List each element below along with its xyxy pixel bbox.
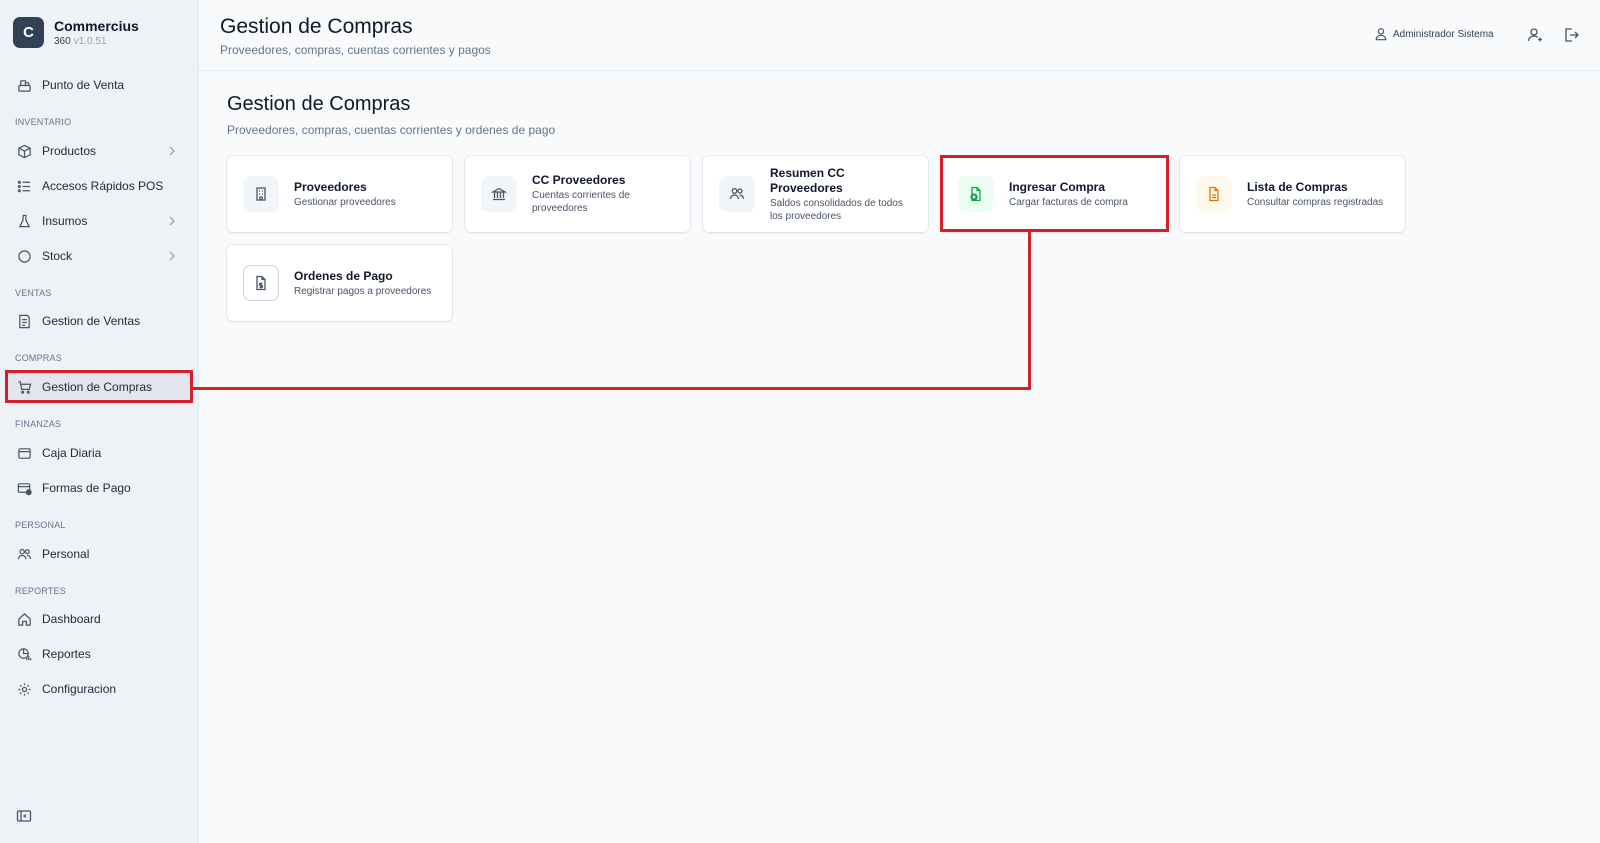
card-title: Resumen CC Proveedores <box>770 165 845 195</box>
building-icon <box>243 176 279 212</box>
file-dollar-icon <box>243 265 279 301</box>
sidebar-item-gestion-compras[interactable]: Gestion de Compras <box>6 372 191 402</box>
section-label-compras: COMPRAS <box>15 353 62 363</box>
sidebar-item-insumos[interactable]: Insumos <box>6 206 191 236</box>
gear-icon <box>16 681 32 697</box>
cash-register-icon <box>16 77 32 93</box>
section-label-reportes: REPORTES <box>15 586 66 596</box>
cart-icon <box>16 379 32 395</box>
card-desc: Saldos consolidados de todos los proveed… <box>770 197 903 222</box>
brand[interactable]: C Commercius 360 v1.0.51 <box>13 17 139 48</box>
sidebar-item-label: Dashboard <box>42 612 101 626</box>
card-cc-proveedores[interactable]: CC Proveedores Cuentas corrientes de pro… <box>465 156 690 232</box>
card-title: CC Proveedores <box>532 173 626 187</box>
card-resumen-cc-proveedores[interactable]: Resumen CC Proveedores Saldos consolidad… <box>703 156 928 232</box>
app-version: v1.0.51 <box>73 35 107 47</box>
card-desc: Cargar facturas de compra <box>1009 196 1128 208</box>
logout-icon[interactable] <box>1562 26 1580 44</box>
sidebar-item-label: Formas de Pago <box>42 481 131 495</box>
sidebar-item-configuracion[interactable]: Configuracion <box>6 674 191 704</box>
sidebar-item-label: Configuracion <box>42 682 117 696</box>
circle-icon <box>16 248 32 264</box>
sidebar-item-label: Insumos <box>42 214 88 228</box>
topbar: Gestion de Compras Proveedores, compras,… <box>199 0 1600 71</box>
users-icon <box>16 546 32 562</box>
list-icon <box>16 178 32 194</box>
sidebar-item-dashboard[interactable]: Dashboard <box>6 604 191 634</box>
sidebar-item-productos[interactable]: Productos <box>6 136 191 166</box>
sidebar-item-label: Stock <box>42 249 73 263</box>
chevron-right-icon <box>169 146 175 156</box>
user-menu[interactable]: Administrador Sistema <box>1374 27 1494 41</box>
card-title: Proveedores <box>294 179 367 194</box>
sidebar-item-label: Personal <box>42 547 90 561</box>
card-title: Lista de Compras <box>1247 179 1348 194</box>
highlight-connector-horizontal <box>193 387 1031 390</box>
section-label-ventas: VENTAS <box>15 288 52 298</box>
sidebar-item-label: Reportes <box>42 647 91 661</box>
header-subtitle: Proveedores, compras, cuentas corrientes… <box>220 43 491 57</box>
sidebar-item-gestion-ventas[interactable]: Gestion de Ventas <box>6 306 191 336</box>
sidebar-item-stock[interactable]: Stock <box>6 241 191 271</box>
page-subtitle: Proveedores, compras, cuentas corrientes… <box>227 123 556 137</box>
report-icon <box>16 646 32 662</box>
card-title: Ordenes de Pago <box>294 268 393 283</box>
sidebar-item-label: Caja Diaria <box>42 446 102 460</box>
wallet-icon <box>16 445 32 461</box>
sidebar-item-label: Gestion de Ventas <box>42 314 141 328</box>
header-title: Gestion de Compras <box>220 15 413 38</box>
brand-logo: C <box>13 17 44 48</box>
chevron-right-icon <box>169 216 175 226</box>
card-title: Ingresar Compra <box>1009 179 1106 194</box>
user-name: Administrador Sistema <box>1393 28 1494 40</box>
app-edition: 360 <box>54 35 71 47</box>
sidebar-item-label: Punto de Venta <box>42 78 125 92</box>
home-icon <box>16 611 32 627</box>
credit-card-icon <box>16 480 32 496</box>
user-icon <box>1375 28 1387 41</box>
highlight-connector-vertical <box>1028 232 1031 390</box>
section-label-inventario: INVENTARIO <box>15 117 72 127</box>
sidebar-item-punto-de-venta[interactable]: Punto de Venta <box>6 70 191 100</box>
card-desc: Gestionar proveedores <box>294 196 396 208</box>
sidebar-item-formas-pago[interactable]: Formas de Pago <box>6 473 191 503</box>
card-desc: Cuentas corrientes de proveedores <box>532 190 630 214</box>
card-ingresar-compra[interactable]: Ingresar Compra Cargar facturas de compr… <box>942 156 1167 232</box>
file-plus-icon <box>958 176 994 212</box>
sidebar-collapse-icon[interactable] <box>16 808 32 824</box>
flask-icon <box>16 213 32 229</box>
page-title: Gestion de Compras <box>227 93 411 115</box>
card-proveedores[interactable]: Proveedores Gestionar proveedores <box>227 156 452 232</box>
users-icon <box>719 176 755 212</box>
receipt-icon <box>16 313 32 329</box>
sidebar-item-label: Accesos Rápidos POS <box>42 179 164 193</box>
sidebar-item-reportes[interactable]: Reportes <box>6 639 191 669</box>
card-lista-compras[interactable]: Lista de Compras Consultar compras regis… <box>1180 156 1405 232</box>
sidebar-item-label: Productos <box>42 144 97 158</box>
chevron-right-icon <box>169 251 175 261</box>
user-switch-icon[interactable] <box>1526 26 1544 44</box>
card-desc: Registrar pagos a proveedores <box>294 285 432 297</box>
sidebar-item-caja-diaria[interactable]: Caja Diaria <box>6 438 191 468</box>
box-icon <box>16 143 32 159</box>
sidebar-item-personal[interactable]: Personal <box>6 539 191 569</box>
sidebar-item-accesos-rapidos[interactable]: Accesos Rápidos POS <box>6 171 191 201</box>
section-label-personal: PERSONAL <box>15 520 66 530</box>
bank-icon <box>481 176 517 212</box>
card-ordenes-pago[interactable]: Ordenes de Pago Registrar pagos a provee… <box>227 245 452 321</box>
app-name: Commercius <box>54 17 139 34</box>
sidebar-item-label: Gestion de Compras <box>42 380 153 394</box>
card-desc: Consultar compras registradas <box>1247 196 1384 208</box>
section-label-finanzas: FINANZAS <box>15 419 62 429</box>
file-icon <box>1196 176 1232 212</box>
sidebar: C Commercius 360 v1.0.51 Punto de Venta I… <box>0 0 199 843</box>
